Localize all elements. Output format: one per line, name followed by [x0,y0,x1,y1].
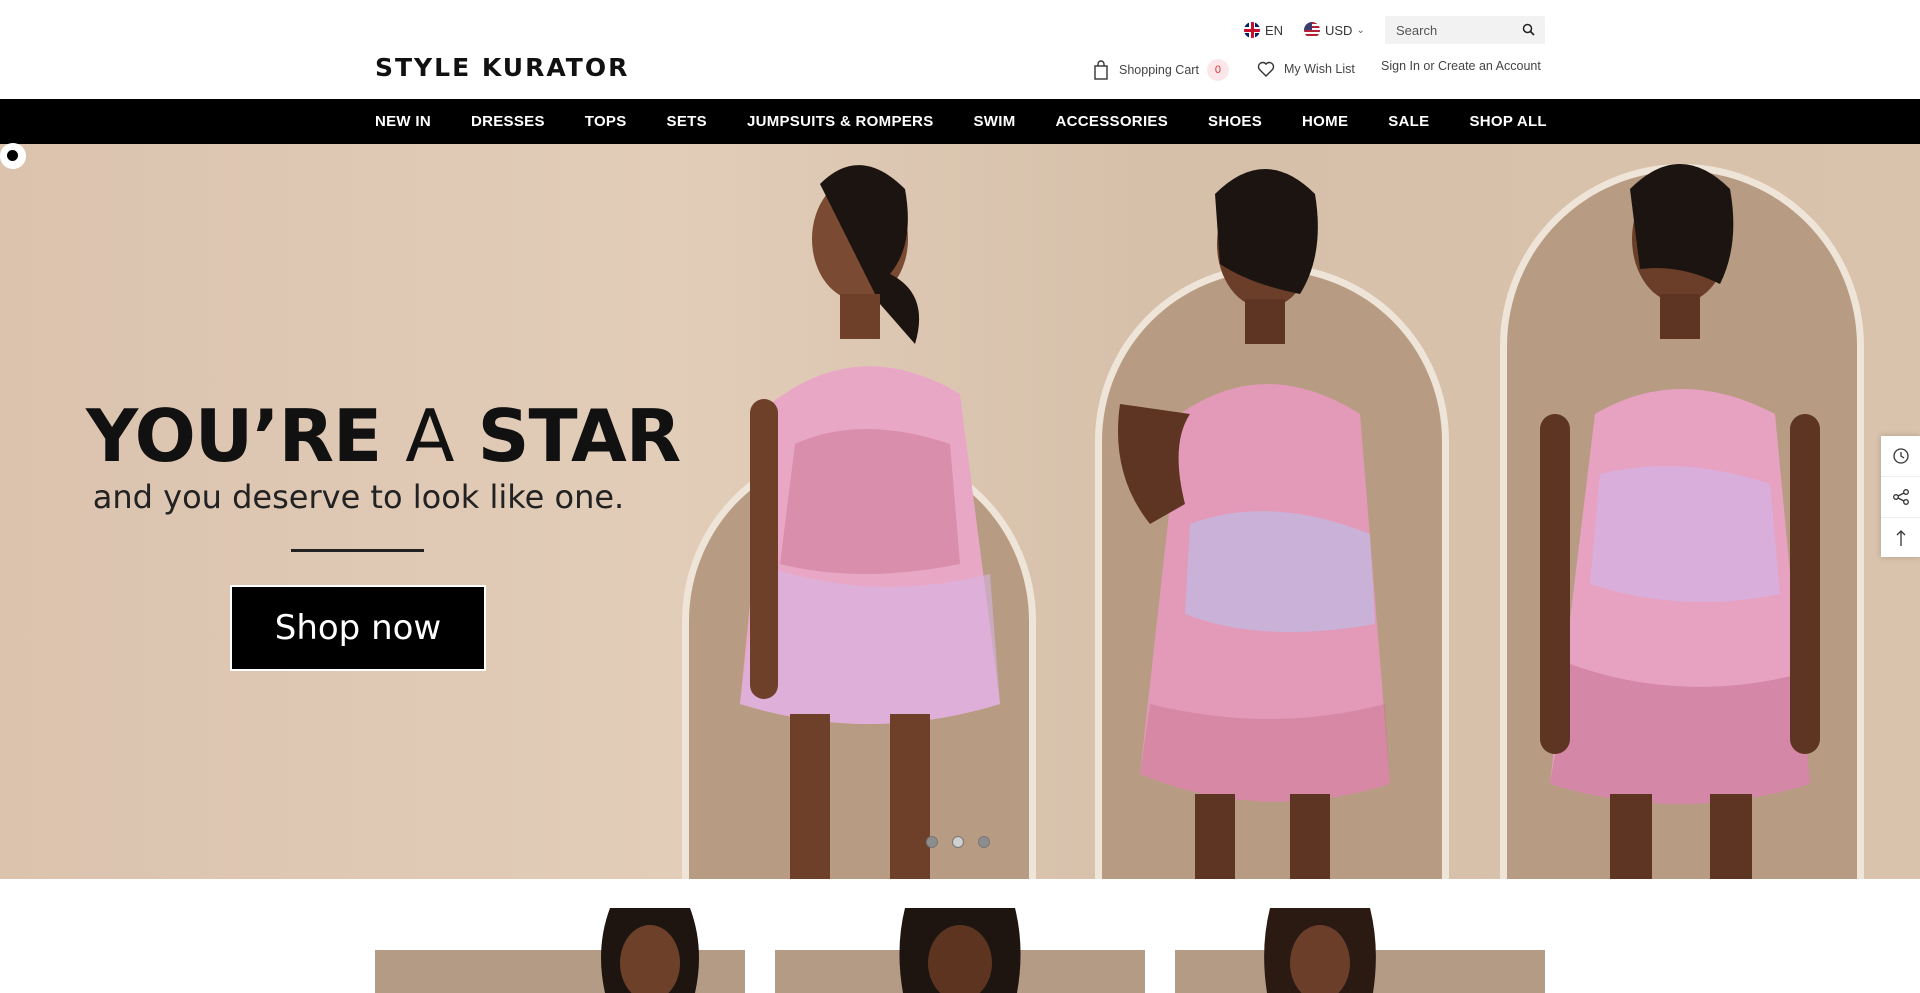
history-button[interactable] [1881,436,1920,477]
shopping-bag-icon [1094,60,1108,80]
slider-dot[interactable] [952,836,964,848]
shop-now-button[interactable]: Shop now [230,585,486,671]
model-figure [740,165,1000,879]
nav-item-dresses[interactable]: DRESSES [471,113,545,130]
shopping-cart-link[interactable]: Shopping Cart 0 [1091,59,1229,81]
model-portrait [601,908,699,993]
heart-icon [1257,61,1275,77]
nav-item-home[interactable]: HOME [1302,113,1348,130]
arrow-up-icon [1896,530,1905,546]
cart-label: Shopping Cart [1119,63,1199,77]
nav-item-tops[interactable]: TOPS [585,113,627,130]
currency-switcher[interactable]: USD ⌄ [1304,18,1365,42]
site-logo[interactable]: STYLE KURATOR [375,53,629,82]
model-figure [1540,164,1820,879]
nav-item-accessories[interactable]: ACCESSORIES [1056,113,1169,130]
hero-headline-part: YOU’RE [86,394,382,478]
hero-banner[interactable]: YOU’RE A STAR and you deserve to look li… [0,144,1920,879]
slider-dot[interactable] [978,836,990,848]
share-icon [1892,489,1909,505]
history-icon [1892,448,1909,464]
wishlist-label: My Wish List [1284,62,1355,76]
nav-item-sale[interactable]: SALE [1388,113,1429,130]
search-icon[interactable] [1521,22,1537,38]
cursor-indicator [0,143,26,169]
back-to-top-button[interactable] [1881,518,1920,558]
slider-dot[interactable] [926,836,938,848]
search-bar [1385,16,1545,44]
nav-item-jumpsuits-rompers[interactable]: JUMPSUITS & ROMPERS [747,113,934,130]
hero-headline-part: STAR [477,394,682,478]
model-portrait [899,908,1021,993]
hero-divider [291,549,424,552]
language-label: EN [1265,22,1284,38]
nav-item-shoes[interactable]: SHOES [1208,113,1262,130]
category-tile[interactable] [1175,908,1545,993]
side-toolbar [1881,436,1920,557]
nav-item-swim[interactable]: SWIM [974,113,1016,130]
nav-item-new-in[interactable]: NEW IN [375,113,431,130]
language-switcher[interactable]: EN [1244,18,1283,42]
model-portrait [1264,908,1376,993]
share-button[interactable] [1881,477,1920,518]
slider-dots [926,836,1004,848]
chevron-down-icon: ⌄ [1356,24,1365,36]
site-header: STYLE KURATOR EN USD ⌄ Shopping Cart 0 M… [0,0,1920,99]
model-figure [1118,169,1390,879]
nav-list: NEW IN DRESSES TOPS SETS JUMPSUITS & ROM… [375,99,1587,144]
hero-headline: YOU’RE A STAR [86,394,681,478]
search-input[interactable] [1394,21,1518,39]
uk-flag-icon [1244,22,1260,38]
nav-item-sets[interactable]: SETS [667,113,707,130]
cart-count-badge: 0 [1206,59,1229,81]
wishlist-link[interactable]: My Wish List [1256,59,1355,79]
category-tile[interactable] [775,908,1145,993]
main-nav: NEW IN DRESSES TOPS SETS JUMPSUITS & ROM… [0,99,1920,144]
hero-subtitle: and you deserve to look like one. [92,478,625,516]
hero-headline-part: A [405,394,454,478]
nav-item-shop-all[interactable]: SHOP ALL [1469,113,1546,130]
category-tile[interactable] [375,908,745,993]
category-tiles [375,908,1545,993]
currency-label: USD [1325,22,1353,38]
us-flag-icon [1304,22,1320,38]
sign-in-link[interactable]: Sign In or Create an Account [1381,59,1541,73]
